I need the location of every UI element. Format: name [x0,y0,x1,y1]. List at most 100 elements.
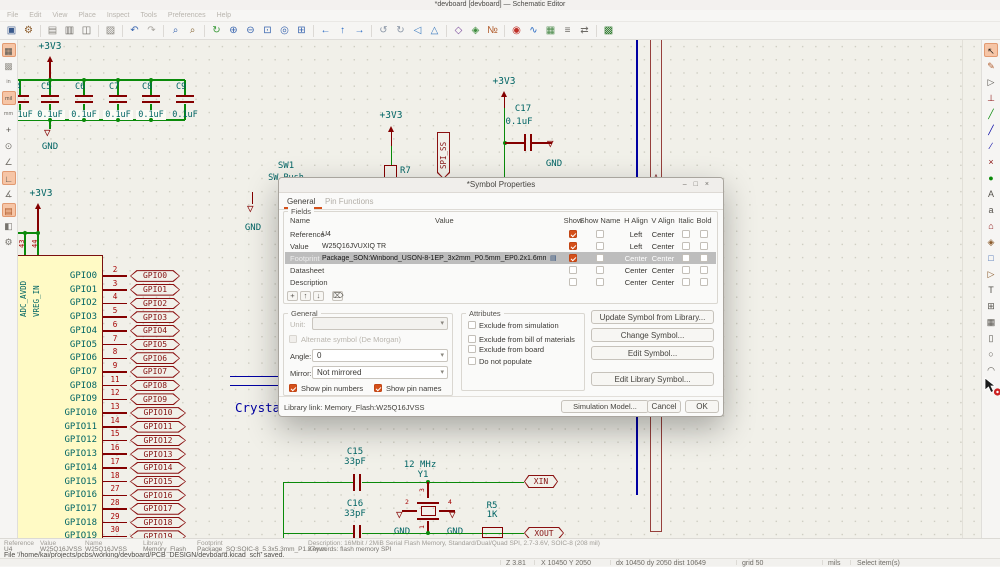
global-label-gpio7[interactable]: GPIO7 [130,366,180,378]
capacitor-C4[interactable] [18,95,29,98]
global-label-gpio0[interactable]: GPIO0 [130,270,180,282]
italic-checkbox[interactable] [682,266,690,274]
global-label-gpio3[interactable]: GPIO3 [130,311,180,323]
global-label-xout[interactable]: XOUT [524,527,564,539]
italic-checkbox[interactable] [682,242,690,250]
show-name-checkbox[interactable] [596,266,604,274]
hidden-pins-icon[interactable]: ⊙ [2,139,16,153]
show-checkbox[interactable] [569,254,577,262]
nav-forward-icon[interactable]: → [352,23,367,38]
menu-view[interactable]: View [52,12,67,19]
show-checkbox[interactable] [569,230,577,238]
redo-icon[interactable]: ↷ [144,23,159,38]
delete-field-button[interactable]: ⌦ [332,291,343,301]
global-label-spi-ss[interactable]: SPI_SS [437,132,450,179]
global-label-gpio10[interactable]: GPIO10 [130,407,186,419]
net-inspector-icon[interactable]: ⚙ [2,235,16,249]
netlist-icon[interactable]: ⇄ [577,23,592,38]
add-bus-icon[interactable]: ╱ [984,123,998,137]
wire-vertical[interactable] [283,482,285,538]
symbol-editor-icon[interactable]: ◇ [451,23,466,38]
zoom-in-icon[interactable]: ⊕ [226,23,241,38]
library-browser-icon[interactable]: ▤ [550,254,557,262]
add-wire-icon[interactable]: ╱ [984,107,998,121]
global-label-gpio12[interactable]: GPIO12 [130,435,186,447]
edit-library-symbol-button[interactable]: Edit Library Symbol... [591,372,714,386]
annotate-icon[interactable]: № [485,23,500,38]
add-sheet-pin-icon[interactable]: ▷ [984,267,998,281]
show-name-checkbox[interactable] [596,278,604,286]
bold-checkbox[interactable] [700,254,708,262]
global-label-gpio8[interactable]: GPIO8 [130,380,180,392]
hv-lines-90-icon[interactable]: ∟ [2,171,16,185]
bom-icon[interactable]: ≡ [560,23,575,38]
paste-icon[interactable]: ▨ [103,23,118,38]
update-symbol-from-library-button[interactable]: Update Symbol from Library... [591,310,714,324]
add-textbox-icon[interactable]: ⊞ [984,299,998,313]
h-align-value[interactable]: Left [630,230,643,239]
italic-checkbox[interactable] [682,254,690,262]
schematic-setup-icon[interactable]: ⚙ [21,23,36,38]
y1-plate-top[interactable] [417,502,439,504]
c15-plate[interactable] [359,474,362,491]
edit-symbol-button[interactable]: Edit Symbol... [591,346,714,360]
mirror-horizontal-icon[interactable]: ◁ [410,23,425,38]
capacitor-C8[interactable] [142,95,160,98]
wire-caps-top[interactable] [18,79,185,81]
cancel-button[interactable]: Cancel [647,400,681,413]
capacitor-C6[interactable] [75,95,93,98]
field-value-value[interactable]: W25Q16JVUXIQ TR [322,243,386,250]
show-name-checkbox[interactable] [596,230,604,238]
h-align-value[interactable]: Center [625,278,648,287]
ok-button[interactable]: OK [685,400,719,413]
zoom-objects-icon[interactable]: ◎ [277,23,292,38]
v-align-value[interactable]: Center [652,230,675,239]
minimize-icon[interactable]: – [683,181,694,188]
global-label-gpio17[interactable]: GPIO17 [130,503,186,515]
global-label-gpio11[interactable]: GPIO11 [130,421,186,433]
show-pin-numbers-checkbox[interactable] [289,384,297,392]
print-icon[interactable]: ▥ [62,23,77,38]
exclude-from-board-checkbox[interactable] [468,345,476,353]
save-icon[interactable]: ▣ [4,23,19,38]
add-field-button[interactable]: + [287,291,298,301]
add-global-label-icon[interactable]: ⌂ [984,219,998,233]
power-label-3v3-ic[interactable]: +3V3 [21,189,61,199]
close-icon[interactable]: × [705,181,716,188]
wire-xin-left[interactable] [283,482,353,484]
capacitor-C7[interactable] [109,95,127,98]
move-up-button[interactable]: ↑ [300,291,311,301]
grid-visibility-icon[interactable]: ▦ [2,43,16,57]
v-align-value[interactable]: Center [652,254,675,263]
h-align-value[interactable]: Center [625,266,648,275]
show-name-checkbox[interactable] [596,242,604,250]
simulation-model-button[interactable]: Simulation Model... [561,400,649,413]
menu-place[interactable]: Place [78,12,96,19]
maximize-icon[interactable]: □ [694,181,705,188]
c16-plate[interactable] [353,525,356,539]
gnd-symbol-caps[interactable] [44,127,51,138]
capacitor-C9[interactable] [176,95,194,98]
italic-checkbox[interactable] [682,230,690,238]
nav-up-icon[interactable]: ↑ [335,23,350,38]
add-junction-icon[interactable]: ● [984,171,998,185]
power-label-3v3-caps[interactable]: +3V3 [30,42,70,52]
plugins-icon[interactable]: ▩ [601,23,616,38]
bus-segment[interactable] [230,376,278,378]
menu-tools[interactable]: Tools [140,12,156,19]
show-checkbox[interactable] [569,242,577,250]
global-label-gpio9[interactable]: GPIO9 [130,393,180,405]
field-name-description[interactable]: Description [290,278,328,287]
bold-checkbox[interactable] [700,242,708,250]
refresh-icon[interactable]: ↻ [209,23,224,38]
footprint-editor-icon[interactable]: ◈ [468,23,483,38]
global-label-gpio19[interactable]: GPIO19 [130,530,186,538]
symbol-fields-table-icon[interactable]: ▦ [543,23,558,38]
show-checkbox[interactable] [569,266,577,274]
menu-file[interactable]: File [7,12,18,19]
bold-checkbox[interactable] [700,230,708,238]
add-table-icon[interactable]: ▦ [984,315,998,329]
grid-overrides-icon[interactable]: ▩ [2,59,16,73]
menu-inspect[interactable]: Inspect [107,12,130,19]
h-align-value[interactable]: Center [625,254,648,263]
